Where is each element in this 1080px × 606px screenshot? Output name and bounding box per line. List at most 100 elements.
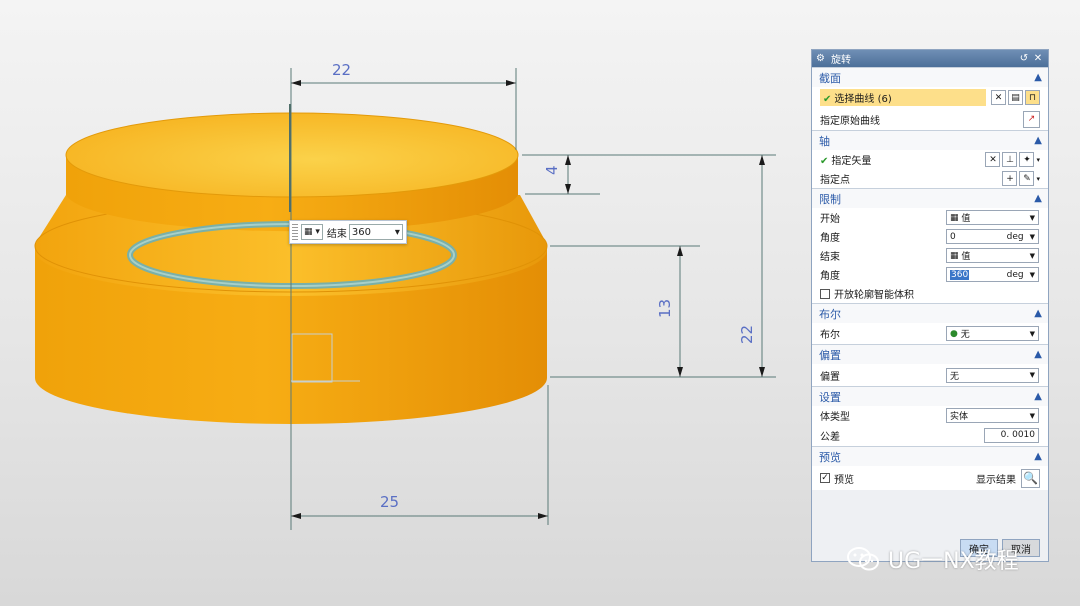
watermark: UG一NX教程	[846, 544, 1019, 574]
boolean-value: 无	[960, 330, 970, 340]
collapse-icon[interactable]: ▲	[1034, 308, 1042, 319]
inferred-point-icon[interactable]: ✎	[1019, 171, 1035, 186]
gear-icon[interactable]: ⚙	[816, 53, 825, 64]
check-icon: ✔	[820, 156, 829, 167]
preview-header[interactable]: 预览 ▲	[812, 447, 1048, 466]
select-curve-label: 选择曲线 (6)	[834, 94, 892, 105]
close-icon[interactable]: ✕	[1032, 53, 1044, 64]
chevron-down-icon: ▼	[1029, 411, 1035, 420]
end-angle-input[interactable]: 360 deg ▼	[946, 267, 1039, 282]
dim-total-height[interactable]: 22	[738, 325, 756, 344]
origin-curve-icon[interactable]: ↗	[1023, 110, 1040, 128]
dialog-title: 旋转	[830, 55, 851, 66]
sketch-icon[interactable]: ▤	[1008, 90, 1023, 105]
dim-step-height[interactable]: 4	[543, 165, 561, 175]
boolean-group: 布尔 ▲ 布尔 ● 无 ▼	[812, 303, 1048, 344]
graphics-viewport[interactable]: 22 4 13 22 25 ▦ ▾ 结束 360 ▾	[0, 0, 810, 606]
offset-header-label: 偏置	[819, 348, 841, 362]
settings-header-label: 设置	[819, 390, 841, 404]
start-angle-row: 角度 0 deg ▼	[812, 227, 1048, 246]
value-type-icon[interactable]: ▦ ▾	[301, 224, 323, 240]
origin-curve-row[interactable]: 指定原始曲线 ↗	[812, 108, 1048, 130]
body-type-select[interactable]: 实体 ▼	[946, 408, 1039, 423]
preview-checkbox[interactable]: ✓	[820, 473, 830, 483]
open-profile-label: 开放轮廓智能体积	[834, 290, 914, 301]
section-header[interactable]: 截面 ▲	[812, 68, 1048, 87]
limits-header[interactable]: 限制 ▲	[812, 189, 1048, 208]
end-angle-value: 360	[950, 269, 970, 280]
floating-end-toolbar: ▦ ▾ 结束 360 ▾	[289, 220, 407, 244]
start-angle-value: 0	[950, 231, 956, 242]
preview-label: 预览	[834, 474, 854, 486]
dialog-titlebar[interactable]: ⚙ 旋转 ↺ ✕	[812, 50, 1048, 67]
collapse-icon[interactable]: ▲	[1034, 72, 1042, 83]
preview-header-label: 预览	[819, 450, 841, 464]
dim-top-width[interactable]: 22	[332, 61, 351, 79]
offset-select[interactable]: 无 ▼	[946, 367, 1039, 383]
preview-row: ✓ 预览 显示结果 🔍	[812, 466, 1048, 490]
vector-dialog-icon[interactable]: ✦	[1019, 152, 1035, 167]
wechat-icon	[846, 545, 882, 573]
show-result-button[interactable]: 🔍	[1021, 468, 1040, 488]
unit-label: deg	[1006, 231, 1024, 242]
offset-row: 偏置 无 ▼	[812, 364, 1048, 386]
body-type-value: 实体	[950, 412, 969, 422]
select-curve-row[interactable]: ✔ 选择曲线 (6) ✕ ▤ ⊓	[812, 87, 1048, 108]
grip-handle[interactable]	[292, 224, 298, 240]
model-view[interactable]: 22 4 13 22 25	[0, 0, 810, 606]
watermark-text: UG一NX教程	[888, 549, 1019, 574]
start-type-value: 值	[961, 214, 971, 224]
chevron-down-icon: ▼	[1029, 329, 1035, 338]
boolean-none-icon: ●	[950, 328, 961, 339]
section-header-label: 截面	[819, 71, 841, 85]
reverse-direction-icon[interactable]: ✕	[985, 152, 1001, 167]
start-angle-input[interactable]: 0 deg ▼	[946, 229, 1039, 244]
revolve-dialog: ⚙ 旋转 ↺ ✕ 截面 ▲ ✔ 选择曲线 (6) ✕ ▤ ⊓ 指定原始曲线 ↗ 轴…	[811, 49, 1049, 562]
chevron-down-icon: ▼	[1029, 232, 1035, 241]
collapse-icon[interactable]: ▲	[1034, 193, 1042, 204]
settings-header[interactable]: 设置 ▲	[812, 387, 1048, 406]
offset-header[interactable]: 偏置 ▲	[812, 345, 1048, 364]
chevron-down-icon: ▼	[1029, 251, 1035, 260]
boolean-select[interactable]: ● 无 ▼	[946, 326, 1039, 341]
end-label: 结束	[326, 228, 347, 240]
collapse-icon[interactable]: ▲	[1034, 135, 1042, 146]
chevron-down-icon: ▾	[394, 226, 400, 238]
boolean-header[interactable]: 布尔 ▲	[812, 304, 1048, 323]
curve-rule-icon[interactable]: ✕	[991, 90, 1006, 105]
dim-mid-height[interactable]: 13	[656, 299, 674, 318]
open-profile-row[interactable]: 开放轮廓智能体积	[812, 284, 1048, 303]
specify-vector-row[interactable]: ✔ 指定矢量 ✕ ⊥ ✦ ▾	[812, 150, 1048, 169]
point-dialog-icon[interactable]: +	[1002, 171, 1018, 186]
boolean-header-label: 布尔	[819, 307, 841, 321]
chevron-down-icon: ▼	[1029, 213, 1035, 222]
reset-icon[interactable]: ↺	[1018, 53, 1030, 64]
chevron-down-icon[interactable]: ▾	[1036, 156, 1040, 164]
preview-group: 预览 ▲ ✓ 预览 显示结果 🔍	[812, 446, 1048, 490]
end-value-select[interactable]: 360 ▾	[348, 224, 403, 240]
upper-cylinder	[65, 112, 519, 232]
collapse-icon[interactable]: ▲	[1034, 391, 1042, 402]
end-type-value: 值	[961, 252, 971, 262]
collapse-icon[interactable]: ▲	[1034, 349, 1042, 360]
axis-header-label: 轴	[819, 134, 830, 148]
tolerance-input[interactable]: 0. 0010	[984, 428, 1039, 443]
axis-header[interactable]: 轴 ▲	[812, 131, 1048, 150]
end-row: 结束 ▦ 值 ▼	[812, 246, 1048, 265]
collapse-icon[interactable]: ▲	[1034, 451, 1042, 462]
end-angle-row: 角度 360 deg ▼	[812, 265, 1048, 284]
check-icon: ✔	[823, 94, 832, 105]
show-result-label: 显示结果	[976, 474, 1016, 486]
end-value-text: 360	[351, 226, 371, 238]
offset-group: 偏置 ▲ 偏置 无 ▼	[812, 344, 1048, 386]
tolerance-row: 公差 0. 0010	[812, 425, 1048, 446]
unit-label: deg	[1006, 269, 1024, 280]
chevron-down-icon[interactable]: ▾	[1036, 175, 1040, 183]
dim-bottom-width[interactable]: 25	[380, 493, 399, 511]
vector-icon[interactable]: ⊥	[1002, 152, 1018, 167]
start-type-select[interactable]: ▦ 值 ▼	[946, 210, 1039, 225]
end-type-select[interactable]: ▦ 值 ▼	[946, 248, 1039, 263]
section-sketch-icon[interactable]: ⊓	[1025, 90, 1040, 105]
specify-point-row[interactable]: 指定点 + ✎ ▾	[812, 169, 1048, 188]
open-profile-checkbox[interactable]	[820, 288, 830, 299]
